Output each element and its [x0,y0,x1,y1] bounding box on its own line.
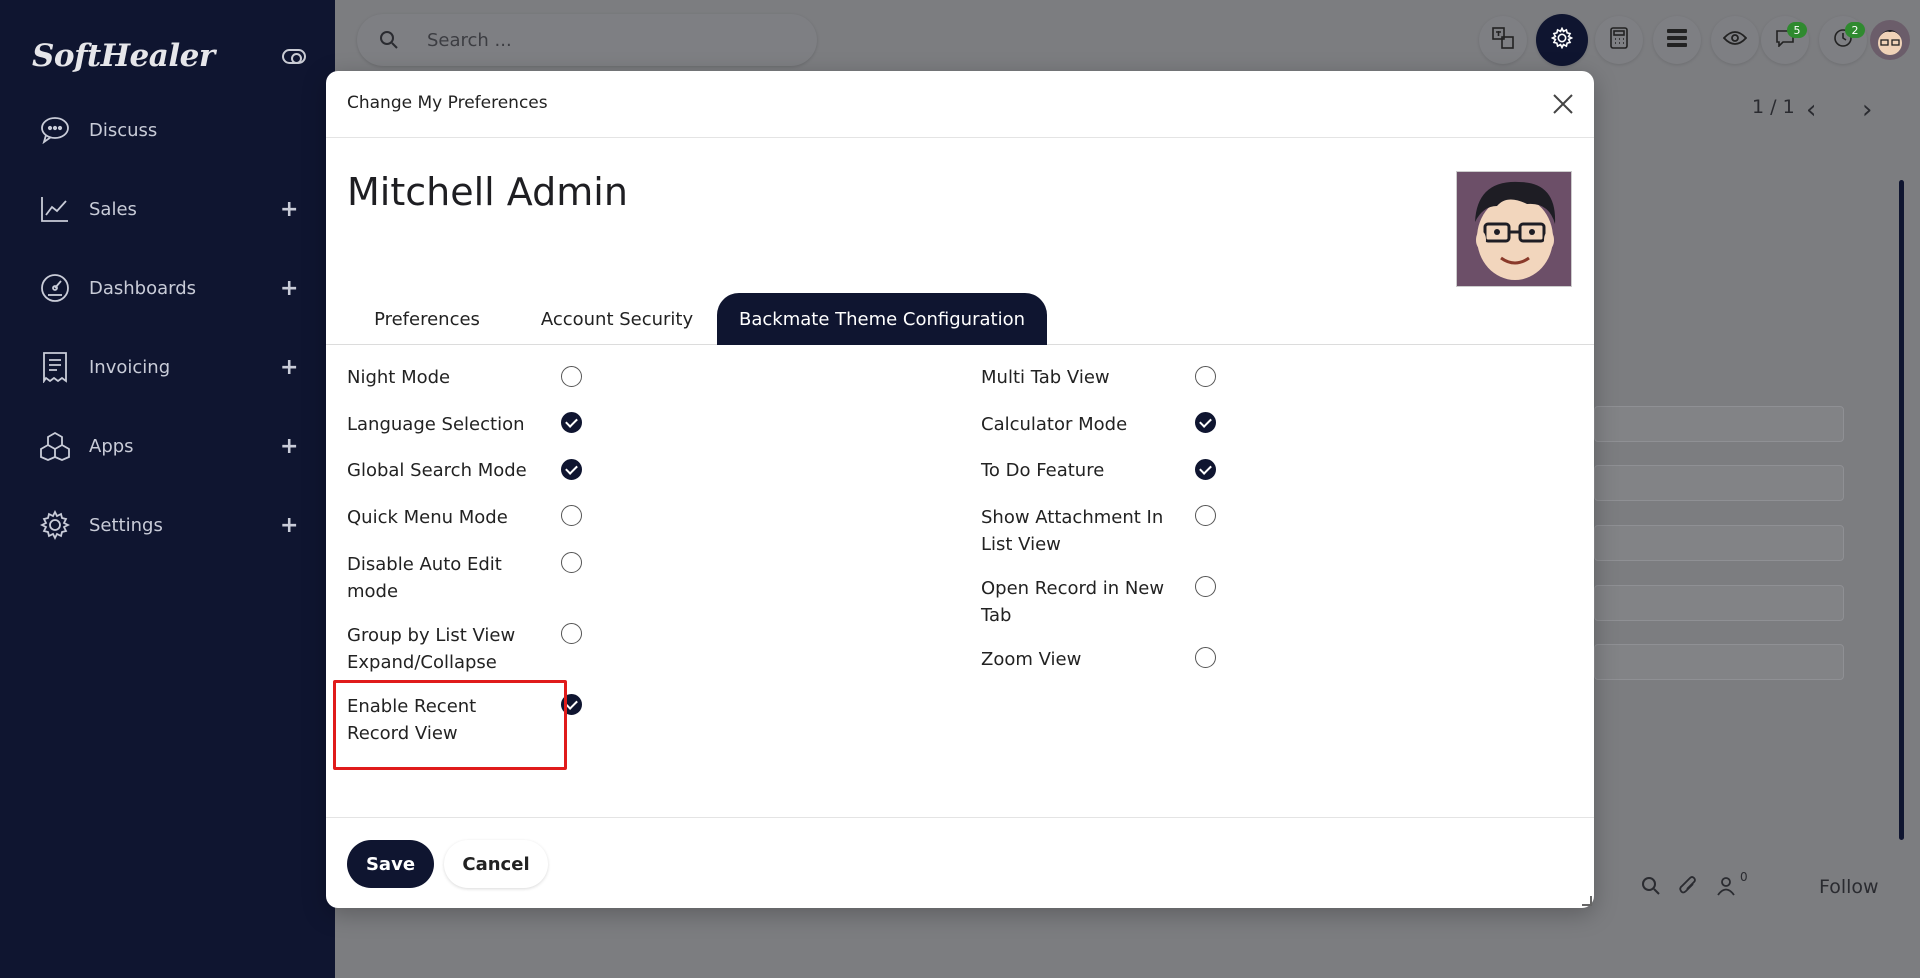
gear-icon [1550,26,1574,53]
cubes-icon [39,430,71,462]
option-label-calculator-mode: Calculator Mode [981,414,1128,435]
sidebar-item-label: Discuss [89,119,158,141]
calculator-mode-checkbox[interactable] [1195,412,1216,433]
quick-menu-button[interactable] [1653,16,1701,64]
save-button[interactable]: Save [347,840,434,888]
messages-button[interactable]: 5 [1761,16,1809,64]
disable-auto-edit-mode-checkbox[interactable] [561,552,582,573]
receipt-icon [39,351,71,383]
gauge-icon [39,272,71,304]
user-name-heading: Mitchell Admin [347,170,628,214]
paperclip-icon[interactable] [1679,876,1697,901]
zoom-view-checkbox[interactable] [1195,647,1216,668]
option-label-multi-tab-view: Multi Tab View [981,367,1110,388]
chat-bubble-icon [39,114,71,146]
resize-handle[interactable] [1582,896,1592,906]
language-button[interactable] [1479,16,1527,64]
record-pager: 1 / 1 [1752,96,1795,118]
tab-account-security[interactable]: Account Security [522,293,712,345]
trend-chart-icon [39,193,71,225]
option-label-show-attachment-in-list-view: Show Attachment In List View [981,507,1164,555]
chevron-right-icon[interactable]: › [1862,95,1872,125]
sidebar-item-sales[interactable]: Sales + [0,179,335,239]
close-icon[interactable] [1550,91,1576,117]
global-search[interactable] [357,14,817,66]
option-label-open-record-in-new-tab: Open Record in New Tab [981,578,1165,626]
sidebar-item-dashboards[interactable]: Dashboards + [0,258,335,318]
highlight-box [333,680,567,770]
translate-icon [1492,27,1514,53]
layers-icon [1666,28,1688,52]
expand-plus-icon[interactable]: + [280,434,298,459]
expand-plus-icon[interactable]: + [280,276,298,301]
search-icon [379,30,399,54]
option-label-to-do-feature: To Do Feature [981,460,1105,481]
sidebar-item-settings[interactable]: Settings + [0,495,335,555]
background-field [1594,644,1844,680]
sidebar-item-label: Settings [89,514,163,536]
softhealer-logo[interactable]: SoftHealer [32,38,215,74]
user-avatar[interactable] [1870,20,1910,60]
expand-plus-icon[interactable]: + [280,197,298,222]
sidebar-item-label: Invoicing [89,356,171,378]
option-label-quick-menu-mode: Quick Menu Mode [347,507,508,528]
sidebar-item-apps[interactable]: Apps + [0,416,335,476]
background-field [1594,525,1844,561]
dialog-header: Change My Preferences [326,71,1594,138]
language-selection-checkbox[interactable] [561,412,582,433]
sidebar-item-label: Dashboards [89,277,197,299]
option-label-language-selection: Language Selection [347,414,525,435]
to-do-feature-checkbox[interactable] [1195,459,1216,480]
user-photo[interactable] [1456,171,1572,287]
cancel-button[interactable]: Cancel [444,840,548,888]
dialog-footer: Save Cancel [326,817,1594,908]
activities-count-badge: 2 [1845,22,1865,38]
chatter-search-icon[interactable] [1641,876,1661,901]
sidebar-toggle-icon[interactable] [282,49,306,64]
calculator-button[interactable] [1595,16,1643,64]
search-input[interactable] [427,26,787,54]
chevron-left-icon[interactable]: ‹ [1806,95,1816,125]
expand-plus-icon[interactable]: + [280,355,298,380]
preferences-tabs: Preferences Account Security Backmate Th… [326,293,1594,345]
expand-plus-icon[interactable]: + [280,513,298,538]
followers-count: 0 [1740,870,1748,884]
gear-icon [39,509,71,541]
night-mode-checkbox[interactable] [561,366,582,387]
background-field [1594,585,1844,621]
open-record-in-new-tab-checkbox[interactable] [1195,576,1216,597]
scrollbar[interactable] [1899,180,1904,840]
topbar: 5 2 [335,0,1920,80]
followers-icon[interactable] [1717,876,1735,901]
option-label-global-search-mode: Global Search Mode [347,460,527,481]
show-attachment-in-list-view-checkbox[interactable] [1195,505,1216,526]
sidebar-item-discuss[interactable]: Discuss [0,100,335,160]
tab-backmate-theme-configuration[interactable]: Backmate Theme Configuration [717,293,1047,345]
global-search-mode-checkbox[interactable] [561,459,582,480]
eye-icon [1722,30,1748,50]
sidebar-item-label: Apps [89,435,134,457]
theme-settings-button[interactable] [1536,14,1588,66]
option-label-night-mode: Night Mode [347,367,451,388]
sidebar-item-label: Sales [89,198,137,220]
option-label-group-by-list-view: Group by List View Expand/Collapse [347,625,516,673]
messages-count-badge: 5 [1787,22,1807,38]
follow-button[interactable]: Follow [1819,876,1879,898]
sidebar-item-invoicing[interactable]: Invoicing + [0,337,335,397]
activities-button[interactable]: 2 [1819,16,1867,64]
dialog-title: Change My Preferences [347,93,548,113]
zoom-view-button[interactable] [1711,16,1759,64]
sidebar: SoftHealer Discuss Sales + Dashboards + … [0,0,335,978]
background-field [1594,465,1844,501]
option-label-disable-auto-edit-mode: Disable Auto Edit mode [347,554,502,602]
group-by-list-view-checkbox[interactable] [561,623,582,644]
quick-menu-mode-checkbox[interactable] [561,505,582,526]
option-label-zoom-view: Zoom View [981,649,1082,670]
preferences-dialog: Change My Preferences Mitchell Admin Pre… [326,71,1594,908]
calculator-icon [1610,27,1628,53]
tab-preferences[interactable]: Preferences [347,293,507,345]
background-field [1594,406,1844,442]
multi-tab-view-checkbox[interactable] [1195,366,1216,387]
